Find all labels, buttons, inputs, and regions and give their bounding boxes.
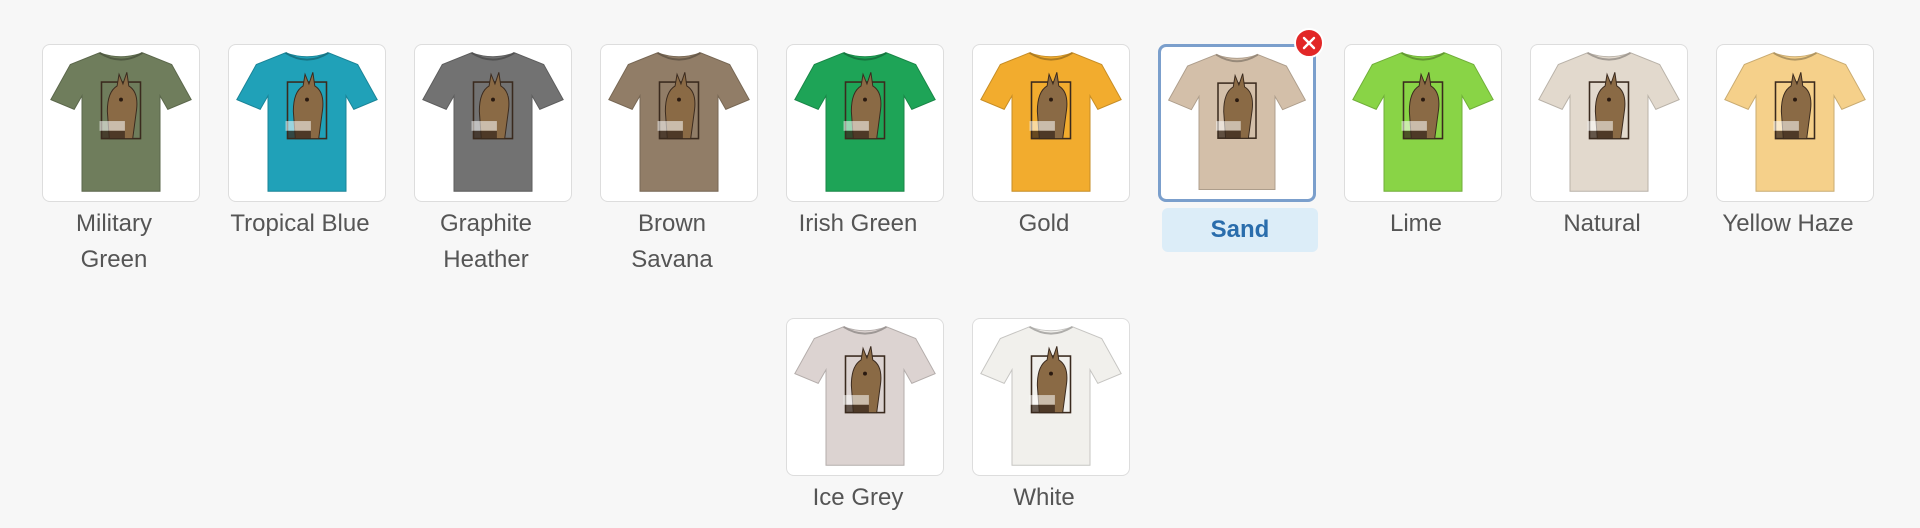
tshirt-icon <box>422 51 564 192</box>
swatch-label: Brown Savana <box>579 206 765 278</box>
swatch-thumbnail[interactable] <box>228 44 386 202</box>
swatch-thumbnail[interactable] <box>414 44 572 202</box>
tshirt-icon <box>794 51 936 192</box>
tshirt-icon <box>980 51 1122 192</box>
swatch-label-line1: White <box>1013 484 1075 511</box>
tshirt-icon <box>50 51 192 192</box>
remove-color-button[interactable] <box>1294 28 1324 58</box>
swatch-label-line1: Sand <box>1210 216 1270 243</box>
swatch-label-line1: Tropical Blue <box>230 210 370 237</box>
tshirt-icon <box>794 325 936 466</box>
swatch-label-line2: Savana <box>631 246 713 273</box>
swatch-label-line2: Green <box>80 246 148 273</box>
swatch-label-line1: Military <box>76 210 152 237</box>
swatch-label: Natural <box>1509 206 1695 242</box>
swatch-thumbnail[interactable] <box>42 44 200 202</box>
swatch-label-line1: Gold <box>1018 210 1070 237</box>
tshirt-icon <box>1167 53 1307 190</box>
tshirt-icon <box>608 51 750 192</box>
swatch-thumbnail[interactable] <box>1530 44 1688 202</box>
swatch-label: Ice Grey <box>765 480 951 516</box>
swatch-label-line1: Yellow Haze <box>1722 210 1854 237</box>
swatch-label-line2: Heather <box>443 246 529 273</box>
swatch-thumbnail[interactable] <box>972 44 1130 202</box>
tshirt-icon <box>236 51 378 192</box>
swatch-label: Graphite Heather <box>393 206 579 278</box>
swatch-thumbnail[interactable] <box>786 318 944 476</box>
swatch-label: Tropical Blue <box>207 206 393 242</box>
swatch-thumbnail[interactable] <box>1716 44 1874 202</box>
swatch-thumbnail[interactable] <box>1158 44 1316 202</box>
swatch-label-line1: Ice Grey <box>812 484 904 511</box>
swatch-label-line1: Natural <box>1563 210 1641 237</box>
swatch-thumbnail[interactable] <box>972 318 1130 476</box>
swatch-label: Lime <box>1323 206 1509 242</box>
swatch-label: Military Green <box>21 206 207 278</box>
swatch-label: Irish Green <box>765 206 951 242</box>
tshirt-icon <box>1724 51 1866 192</box>
close-icon <box>1302 36 1316 50</box>
tshirt-icon <box>1538 51 1680 192</box>
color-swatch-grid: Military Green Tropical Blue Graphite He… <box>0 0 1920 528</box>
swatch-label-line1: Graphite <box>439 210 533 237</box>
swatch-thumbnail[interactable] <box>786 44 944 202</box>
swatch-label-line1: Irish Green <box>798 210 918 237</box>
swatch-label-line1: Brown <box>637 210 707 237</box>
swatch-label: White <box>951 480 1137 516</box>
swatch-thumbnail[interactable] <box>600 44 758 202</box>
tshirt-icon <box>980 325 1122 466</box>
swatch-label: Gold <box>951 206 1137 242</box>
tshirt-icon <box>1352 51 1494 192</box>
swatch-thumbnail[interactable] <box>1344 44 1502 202</box>
swatch-label: Sand <box>1162 208 1318 252</box>
swatch-label: Yellow Haze <box>1695 206 1881 242</box>
swatch-label-line1: Lime <box>1389 210 1443 237</box>
